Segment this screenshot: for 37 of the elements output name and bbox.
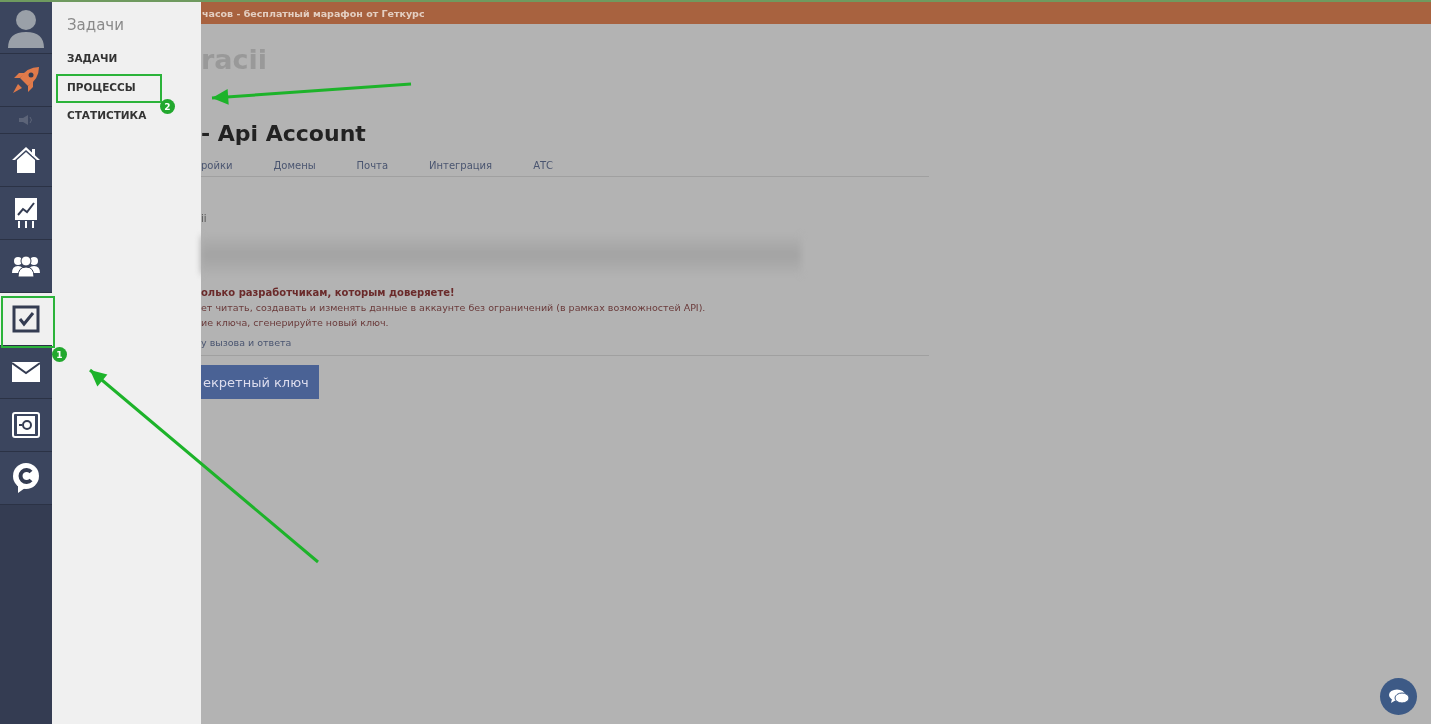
mail-icon — [12, 362, 40, 382]
sidebar-item[interactable] — [0, 346, 52, 399]
menu-item[interactable]: СТАТИСТИКА — [67, 109, 147, 138]
chat-button[interactable] — [1380, 678, 1417, 715]
warning-text: олько разработчикам, которым доверяете! — [201, 287, 456, 298]
rocket-icon — [11, 65, 41, 95]
sidebar-item[interactable] — [0, 452, 52, 505]
sidebar-item[interactable] — [0, 293, 52, 346]
account-title: - Api Account — [201, 121, 367, 147]
sidebar-item[interactable] — [0, 399, 52, 452]
menu-title: Задачи — [67, 16, 125, 34]
users-icon — [12, 255, 40, 277]
sidebar-item[interactable] — [0, 187, 52, 240]
menu-item[interactable]: ЗАДАЧИ — [67, 52, 118, 81]
generate-key-button[interactable]: екретный ключ — [201, 365, 319, 399]
home-icon — [11, 146, 41, 174]
chart-icon — [14, 197, 38, 229]
settings-tab[interactable]: ройки — [201, 160, 233, 171]
field-label: ii — [201, 213, 208, 224]
description-text: ие ключа, сгенерируйте новый ключ. — [201, 317, 390, 328]
safe-icon — [12, 412, 40, 438]
announcement-text[interactable]: часов - бесплатный марафон от Геткурс — [202, 7, 425, 19]
sidebar-item[interactable] — [0, 134, 52, 187]
settings-tab[interactable]: Почта — [356, 160, 389, 171]
speaker-icon — [17, 114, 35, 126]
highlight-frame — [1, 296, 55, 348]
menu-item[interactable]: ПРОЦЕССЫ — [67, 80, 136, 109]
settings-tab[interactable]: Домены — [273, 160, 316, 171]
description-text: ет читать, создавать и изменять данные в аккаунте без ограничений (в рамках возможностей API). — [201, 302, 707, 313]
checkbox-icon — [12, 305, 40, 333]
speech-bubbles-icon — [1388, 688, 1409, 705]
speech-c-icon — [12, 463, 40, 493]
settings-tab[interactable]: АТС — [533, 160, 554, 171]
settings-tab[interactable]: Интеграция — [429, 160, 493, 171]
sidebar-item[interactable] — [0, 240, 52, 293]
avatar-icon — [8, 7, 44, 48]
docs-link[interactable]: у вызова и ответа — [201, 337, 929, 348]
